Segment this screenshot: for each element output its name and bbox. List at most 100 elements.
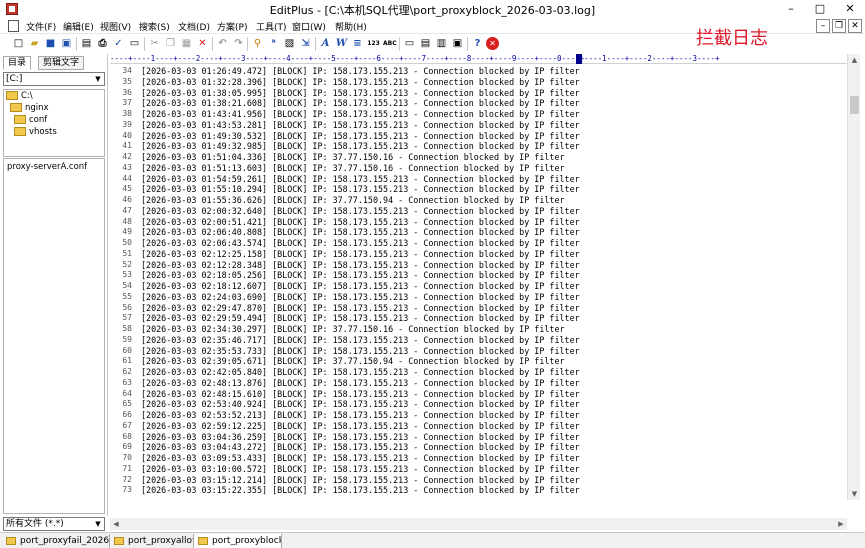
log-line[interactable]: [2026-03-03 01:49:32.985] [BLOCK] IP: 15…	[141, 141, 841, 152]
log-line[interactable]: [2026-03-03 02:39:05.671] [BLOCK] IP: 37…	[141, 356, 841, 367]
log-line[interactable]: [2026-03-03 01:51:04.336] [BLOCK] IP: 37…	[141, 152, 841, 163]
horizontal-scrollbar[interactable]: ◀ ▶	[110, 518, 847, 530]
log-line[interactable]: [2026-03-03 02:12:25.158] [BLOCK] IP: 15…	[141, 249, 841, 260]
log-line[interactable]: [2026-03-03 03:09:53.433] [BLOCK] IP: 15…	[141, 453, 841, 464]
log-line[interactable]: [2026-03-03 03:15:12.214] [BLOCK] IP: 15…	[141, 475, 841, 486]
log-line[interactable]: [2026-03-03 02:48:13.876] [BLOCK] IP: 15…	[141, 378, 841, 389]
menu-project[interactable]: 方案(P)	[217, 20, 247, 33]
log-line[interactable]: [2026-03-03 01:32:28.396] [BLOCK] IP: 15…	[141, 77, 841, 88]
cut-icon[interactable]: ✂	[148, 37, 161, 50]
log-line[interactable]: [2026-03-03 01:54:59.261] [BLOCK] IP: 15…	[141, 174, 841, 185]
drive-select[interactable]: [C:] ▼	[3, 72, 105, 86]
log-line[interactable]: [2026-03-03 01:43:41.956] [BLOCK] IP: 15…	[141, 109, 841, 120]
paste-icon[interactable]: ▦	[180, 37, 193, 50]
scroll-down-arrow-icon[interactable]: ▼	[848, 488, 861, 500]
log-line[interactable]: [2026-03-03 02:00:32.640] [BLOCK] IP: 15…	[141, 206, 841, 217]
log-line[interactable]: [2026-03-03 01:38:21.608] [BLOCK] IP: 15…	[141, 98, 841, 109]
close-button[interactable]: ✕	[836, 1, 864, 17]
new-file-icon[interactable]: □	[12, 37, 25, 50]
log-line[interactable]: [2026-03-03 02:59:12.225] [BLOCK] IP: 15…	[141, 421, 841, 432]
full-screen-icon[interactable]: ▣	[451, 37, 464, 50]
log-line[interactable]: [2026-03-03 02:00:51.421] [BLOCK] IP: 15…	[141, 217, 841, 228]
mdi-restore-button[interactable]: ❐	[832, 19, 846, 33]
delete-icon[interactable]: ✕	[196, 37, 209, 50]
file-list[interactable]: proxy-serverA.conf	[3, 158, 105, 514]
log-line[interactable]: [2026-03-03 02:29:47.870] [BLOCK] IP: 15…	[141, 303, 841, 314]
open-folder-icon[interactable]: ▭	[128, 37, 141, 50]
font-icon[interactable]: A	[319, 37, 332, 50]
document-tab-active[interactable]: port_proxyblock_2	[194, 534, 282, 548]
copy-icon[interactable]: ❐	[164, 37, 177, 50]
text-content[interactable]: [2026-03-03 01:26:49.472] [BLOCK] IP: 15…	[141, 66, 841, 496]
log-line[interactable]: [2026-03-03 02:18:12.607] [BLOCK] IP: 15…	[141, 281, 841, 292]
save-all-icon[interactable]: ▣	[60, 37, 73, 50]
tree-item-c-drive[interactable]: C:\	[6, 91, 33, 101]
vertical-scrollbar[interactable]: ▲ ▼	[847, 54, 860, 500]
file-item[interactable]: proxy-serverA.conf	[7, 162, 87, 172]
scrollbar-thumb[interactable]	[850, 96, 859, 114]
undo-icon[interactable]: ↶	[216, 37, 229, 50]
menu-view[interactable]: 视图(V)	[100, 20, 131, 33]
tree-item-nginx[interactable]: nginx	[10, 103, 49, 113]
log-line[interactable]: [2026-03-03 01:26:49.472] [BLOCK] IP: 15…	[141, 66, 841, 77]
log-line[interactable]: [2026-03-03 02:18:05.256] [BLOCK] IP: 15…	[141, 270, 841, 281]
scroll-left-arrow-icon[interactable]: ◀	[110, 518, 122, 530]
log-line[interactable]: [2026-03-03 02:06:40.808] [BLOCK] IP: 15…	[141, 227, 841, 238]
log-line[interactable]: [2026-03-03 02:35:53.733] [BLOCK] IP: 15…	[141, 346, 841, 357]
log-line[interactable]: [2026-03-03 02:29:59.494] [BLOCK] IP: 15…	[141, 313, 841, 324]
menu-tools[interactable]: 工具(T)	[256, 20, 287, 33]
document-tab[interactable]: port_proxyallow_2	[110, 534, 194, 548]
log-line[interactable]: [2026-03-03 03:04:36.259] [BLOCK] IP: 15…	[141, 432, 841, 443]
hex-icon[interactable]: ABC	[383, 37, 397, 50]
log-line[interactable]: [2026-03-03 02:24:03.690] [BLOCK] IP: 15…	[141, 292, 841, 303]
log-line[interactable]: [2026-03-03 02:34:30.297] [BLOCK] IP: 37…	[141, 324, 841, 335]
open-file-icon[interactable]: ▰	[28, 37, 41, 50]
tree-item-vhosts[interactable]: vhosts	[14, 127, 57, 137]
spell-check-icon[interactable]: ✓	[112, 37, 125, 50]
save-icon[interactable]: ■	[44, 37, 57, 50]
log-line[interactable]: [2026-03-03 01:55:36.626] [BLOCK] IP: 37…	[141, 195, 841, 206]
tree-item-conf[interactable]: conf	[14, 115, 47, 125]
minimize-button[interactable]: –	[777, 1, 805, 17]
log-line[interactable]: [2026-03-03 01:51:13.603] [BLOCK] IP: 37…	[141, 163, 841, 174]
document-tab[interactable]: port_proxyfail_2026	[2, 534, 110, 548]
menu-help[interactable]: 帮助(H)	[335, 20, 367, 33]
menu-document[interactable]: 文档(D)	[178, 20, 210, 33]
replace-icon[interactable]: ᵃ	[267, 37, 280, 50]
scroll-right-arrow-icon[interactable]: ▶	[835, 518, 847, 530]
clip-window-icon[interactable]: ▥	[435, 37, 448, 50]
document-icon[interactable]	[8, 20, 19, 32]
word-wrap-icon[interactable]: W	[335, 37, 348, 50]
menu-search[interactable]: 搜索(S)	[139, 20, 170, 33]
menu-window[interactable]: 窗口(W)	[292, 20, 326, 33]
find-icon[interactable]: ⚲	[251, 37, 264, 50]
log-line[interactable]: [2026-03-03 01:49:30.532] [BLOCK] IP: 15…	[141, 131, 841, 142]
tab-directory[interactable]: 目录	[3, 56, 32, 70]
help-icon[interactable]: ?	[471, 37, 484, 50]
log-line[interactable]: [2026-03-03 02:35:46.717] [BLOCK] IP: 15…	[141, 335, 841, 346]
print-preview-icon[interactable]: ▤	[80, 37, 93, 50]
output-window-icon[interactable]: ▤	[419, 37, 432, 50]
ruler-icon[interactable]: 123	[367, 37, 380, 50]
log-line[interactable]: [2026-03-03 02:48:15.610] [BLOCK] IP: 15…	[141, 389, 841, 400]
log-line[interactable]: [2026-03-03 01:55:10.294] [BLOCK] IP: 15…	[141, 184, 841, 195]
log-line[interactable]: [2026-03-03 03:10:00.572] [BLOCK] IP: 15…	[141, 464, 841, 475]
mdi-minimize-button[interactable]: –	[816, 19, 830, 33]
stop-icon[interactable]: ✕	[486, 37, 499, 50]
folder-tree[interactable]: C:\ nginx conf vhosts	[3, 89, 105, 157]
go-to-icon[interactable]: ⇲	[299, 37, 312, 50]
log-line[interactable]: [2026-03-03 03:04:43.272] [BLOCK] IP: 15…	[141, 442, 841, 453]
log-line[interactable]: [2026-03-03 02:12:28.348] [BLOCK] IP: 15…	[141, 260, 841, 271]
maximize-button[interactable]: □	[806, 1, 834, 17]
log-line[interactable]: [2026-03-03 01:43:53.281] [BLOCK] IP: 15…	[141, 120, 841, 131]
log-line[interactable]: [2026-03-03 02:42:05.840] [BLOCK] IP: 15…	[141, 367, 841, 378]
tab-cliptext[interactable]: 剪辑文字	[38, 56, 85, 70]
file-filter-select[interactable]: 所有文件 (*.*) ▼	[3, 517, 105, 531]
menu-edit[interactable]: 编辑(E)	[63, 20, 94, 33]
copy-format-icon[interactable]: ▧	[283, 37, 296, 50]
log-line[interactable]: [2026-03-03 02:53:40.924] [BLOCK] IP: 15…	[141, 399, 841, 410]
directory-window-icon[interactable]: ▭	[403, 37, 416, 50]
log-line[interactable]: [2026-03-03 02:53:52.213] [BLOCK] IP: 15…	[141, 410, 841, 421]
mdi-close-button[interactable]: ✕	[848, 19, 862, 33]
print-icon[interactable]: ⎙	[96, 37, 109, 50]
